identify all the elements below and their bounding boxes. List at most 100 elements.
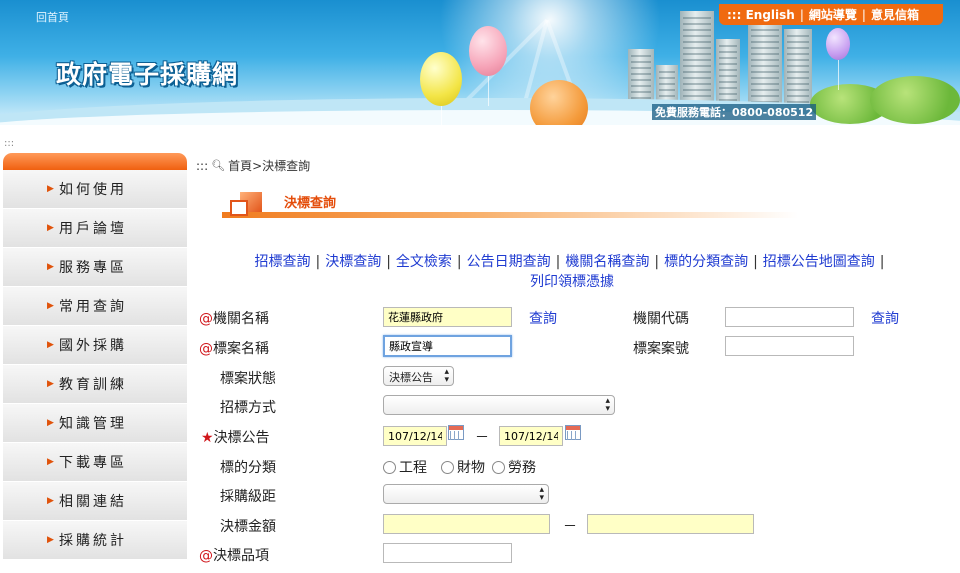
nav-tender-query[interactable]: 招標查詢 [254, 254, 310, 270]
bush [870, 76, 960, 124]
nav-agency-query[interactable]: 機關名稱查詢 [565, 254, 649, 270]
required-star-icon: ★ [201, 430, 214, 446]
agency-name-input[interactable] [383, 307, 512, 327]
award-amount-from-input[interactable] [383, 514, 550, 534]
service-phone: 免費服務電話：0800-080512 [652, 104, 817, 120]
top-links-separator: | [799, 7, 804, 22]
calendar-icon[interactable] [565, 425, 581, 440]
sitemap-link[interactable]: 網站導覽 [809, 6, 857, 23]
case-name-input[interactable] [383, 335, 512, 357]
breadcrumb: ::: 🔍︎ 首頁>決標查詢 [196, 157, 310, 174]
nav-fulltext-search[interactable]: 全文檢索 [396, 254, 452, 270]
page-title-bar: 決標查詢 [222, 178, 942, 226]
purple-balloon-icon [826, 28, 850, 90]
arrow-right-icon: ▶ [47, 340, 57, 350]
sidebar-item-label: 相關連結 [59, 494, 127, 510]
case-no-input[interactable] [725, 336, 854, 356]
nav-separator: | [456, 254, 462, 270]
building [784, 29, 812, 109]
arrow-right-icon: ▶ [47, 184, 57, 194]
sidebar-item-foreign-procurement[interactable]: ▶ 國外採購 [3, 326, 187, 365]
nav-separator: | [654, 254, 660, 270]
sidebar-item-user-forum[interactable]: ▶ 用戶論壇 [3, 209, 187, 248]
date-range-dash: － [475, 430, 489, 446]
arrow-right-icon: ▶ [47, 496, 57, 506]
category-radio-labor[interactable]: 勞務 [492, 457, 536, 477]
building [716, 39, 740, 109]
nav-print-receipt[interactable]: 列印領標憑據 [530, 274, 614, 290]
radio-icon [441, 460, 454, 474]
sidebar-dots: ::: [4, 138, 15, 149]
category-radio-engineering[interactable]: 工程 [383, 457, 427, 477]
breadcrumb-text[interactable]: 首頁>決標查詢 [228, 157, 310, 174]
arrow-right-icon: ▶ [47, 301, 57, 311]
sidebar-item-label: 如何使用 [59, 182, 127, 198]
award-item-input[interactable] [383, 543, 512, 563]
nav-award-query[interactable]: 決標查詢 [325, 254, 381, 270]
query-nav-links: 招標查詢 | 決標查詢 | 全文檢索 | 公告日期查詢 | 機關名稱查詢 | 標的分類查詢 | 招標公告… [208, 252, 936, 292]
feedback-link[interactable]: 意見信箱 [871, 6, 919, 23]
sidebar-item-knowledge[interactable]: ▶ 知識管理 [3, 404, 187, 443]
arrow-right-icon: ▶ [47, 262, 57, 272]
sidebar-item-related-links[interactable]: ▶ 相關連結 [3, 482, 187, 521]
home-link[interactable]: 回首頁 [36, 9, 69, 25]
award-date-from-input[interactable] [383, 426, 447, 446]
at-marker: @ [199, 548, 213, 564]
agency-code-input[interactable] [725, 307, 854, 327]
procurement-level-label: 採購級距 [220, 489, 276, 505]
radio-label: 工程 [399, 460, 427, 476]
page-title: 決標查詢 [284, 196, 337, 211]
radio-icon [492, 460, 505, 474]
award-notice-label-text: 決標公告 [213, 430, 270, 446]
updown-caret-icon: ▴ ▾ [444, 367, 449, 385]
case-status-select[interactable]: 決標公告 ▴ ▾ [383, 366, 454, 386]
sidebar-item-label: 常用查詢 [59, 299, 127, 315]
nav-separator: | [879, 254, 885, 270]
updown-caret-icon: ▴ ▾ [539, 485, 544, 503]
procurement-level-select[interactable]: ▴ ▾ [383, 484, 549, 504]
sidebar-item-how-to-use[interactable]: ▶ 如何使用 [3, 170, 187, 209]
agency-code-query-link[interactable]: 查詢 [871, 308, 899, 328]
sidebar-item-service-zone[interactable]: ▶ 服務專區 [3, 248, 187, 287]
nav-date-query[interactable]: 公告日期查詢 [467, 254, 551, 270]
building [748, 17, 782, 109]
sidebar-item-label: 採購統計 [59, 533, 127, 549]
agency-name-query-link[interactable]: 查詢 [529, 308, 557, 328]
title-underline [222, 212, 942, 218]
sidebar-item-downloads[interactable]: ▶ 下載專區 [3, 443, 187, 482]
sidebar: ▶ 如何使用 ▶ 用戶論壇 ▶ 服務專區 ▶ 常用查詢 ▶ 國外採購 ▶ 教育訓練 ▶ 知識管… [3, 153, 187, 573]
case-no-label: 標案案號 [633, 341, 689, 357]
sidebar-item-label: 知識管理 [59, 416, 127, 432]
at-marker: @ [199, 341, 213, 357]
nav-category-query[interactable]: 標的分類查詢 [664, 254, 748, 270]
breadcrumb-prefix: ::: [196, 158, 209, 173]
case-status-selected: 決標公告 [389, 371, 433, 384]
category-radio-property[interactable]: 財物 [441, 457, 485, 477]
magnifier-icon: 🔍︎ [211, 159, 226, 172]
english-link[interactable]: ::: English [727, 8, 795, 22]
window-icon [230, 192, 268, 218]
agency-name-label-text: 機關名稱 [213, 311, 269, 327]
updown-caret-icon: ▴ ▾ [605, 396, 610, 414]
award-notice-label: ★決標公告 [201, 427, 270, 447]
nav-separator: | [315, 254, 321, 270]
top-links-bar: ::: English | 網站導覽 | 意見信箱 [719, 4, 943, 25]
sidebar-item-label: 教育訓練 [59, 377, 127, 393]
amount-range-dash: － [563, 519, 577, 535]
nav-separator: | [555, 254, 561, 270]
award-date-to-input[interactable] [499, 426, 563, 446]
sidebar-item-common-query[interactable]: ▶ 常用查詢 [3, 287, 187, 326]
sidebar-item-statistics[interactable]: ▶ 採購統計 [3, 521, 187, 560]
nav-separator: | [753, 254, 758, 270]
calendar-icon[interactable] [448, 425, 464, 440]
arrow-right-icon: ▶ [47, 379, 57, 389]
award-amount-to-input[interactable] [587, 514, 754, 534]
site-title[interactable]: 政府電子採購網 [56, 55, 238, 91]
sidebar-item-label: 國外採購 [59, 338, 127, 354]
tender-method-select[interactable]: ▴ ▾ [383, 395, 615, 415]
case-status-label: 標案狀態 [220, 371, 276, 387]
radio-label: 勞務 [508, 460, 536, 476]
nav-map-query[interactable]: 招標公告地圖查詢 [763, 254, 875, 270]
sidebar-item-training[interactable]: ▶ 教育訓練 [3, 365, 187, 404]
award-item-label-text: 決標品項 [213, 548, 269, 564]
